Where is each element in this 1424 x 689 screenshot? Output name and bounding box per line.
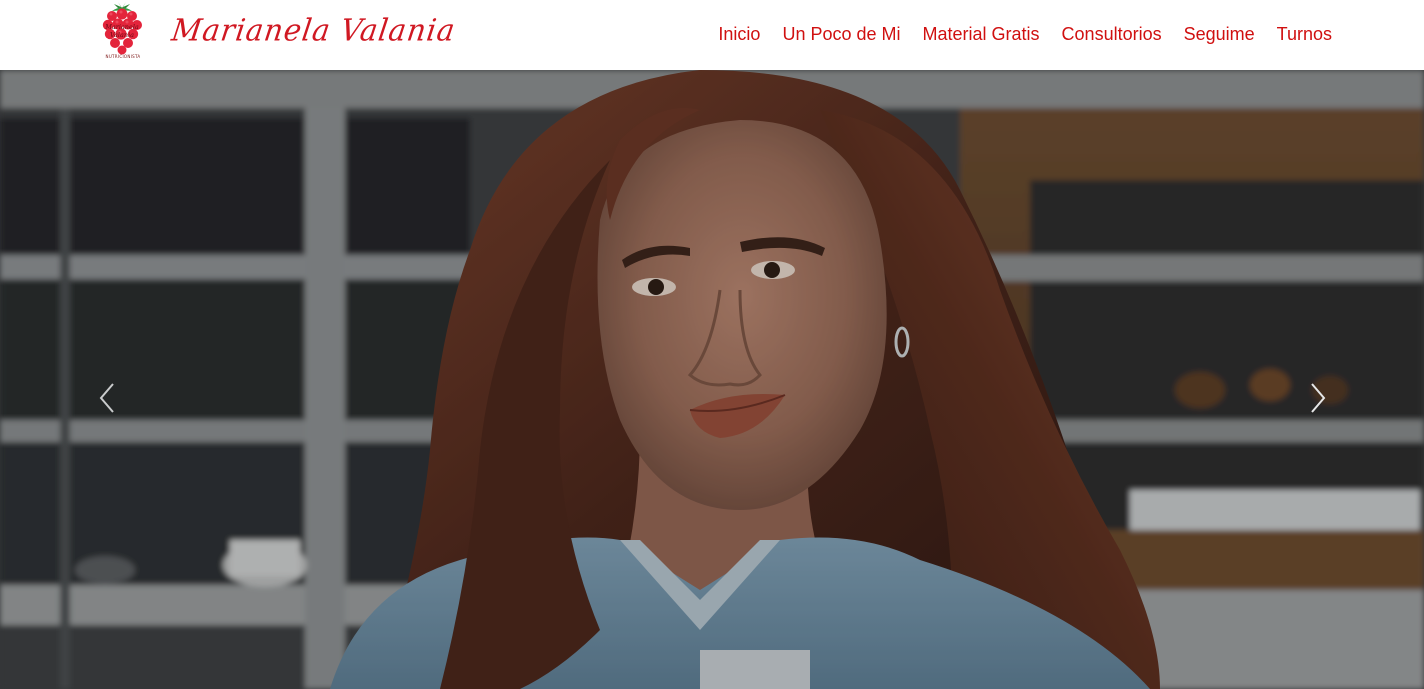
svg-text:Valania: Valania: [110, 31, 134, 39]
raspberry-logo-icon: Marianela Valania NUTRICIONISTA: [100, 2, 144, 64]
nav-link-inicio[interactable]: Inicio: [718, 22, 760, 46]
svg-text:Marianela: Marianela: [104, 23, 139, 31]
hero-carousel: [0, 70, 1424, 689]
main-nav: Inicio Un Poco de Mi Material Gratis Con…: [718, 22, 1332, 46]
carousel-prev-button[interactable]: [77, 368, 137, 428]
carousel-next-button[interactable]: [1288, 368, 1348, 428]
chevron-left-icon: [99, 383, 114, 413]
nav-link-seguime[interactable]: Seguime: [1184, 22, 1255, 46]
brand-name: Marianela Valania: [169, 12, 458, 48]
nav-link-material-gratis[interactable]: Material Gratis: [923, 22, 1040, 46]
logo-tagline: NUTRICIONISTA: [105, 54, 141, 59]
nav-link-turnos[interactable]: Turnos: [1277, 22, 1332, 46]
image-dim-overlay: [0, 70, 1424, 689]
site-header: Marianela Valania NUTRICIONISTA Marianel…: [0, 0, 1424, 70]
nav-link-un-poco-de-mi[interactable]: Un Poco de Mi: [782, 22, 900, 46]
nav-link-consultorios[interactable]: Consultorios: [1062, 22, 1162, 46]
chevron-right-icon: [1311, 383, 1326, 413]
brand-home-link[interactable]: Marianela Valania NUTRICIONISTA Marianel…: [100, 2, 458, 64]
